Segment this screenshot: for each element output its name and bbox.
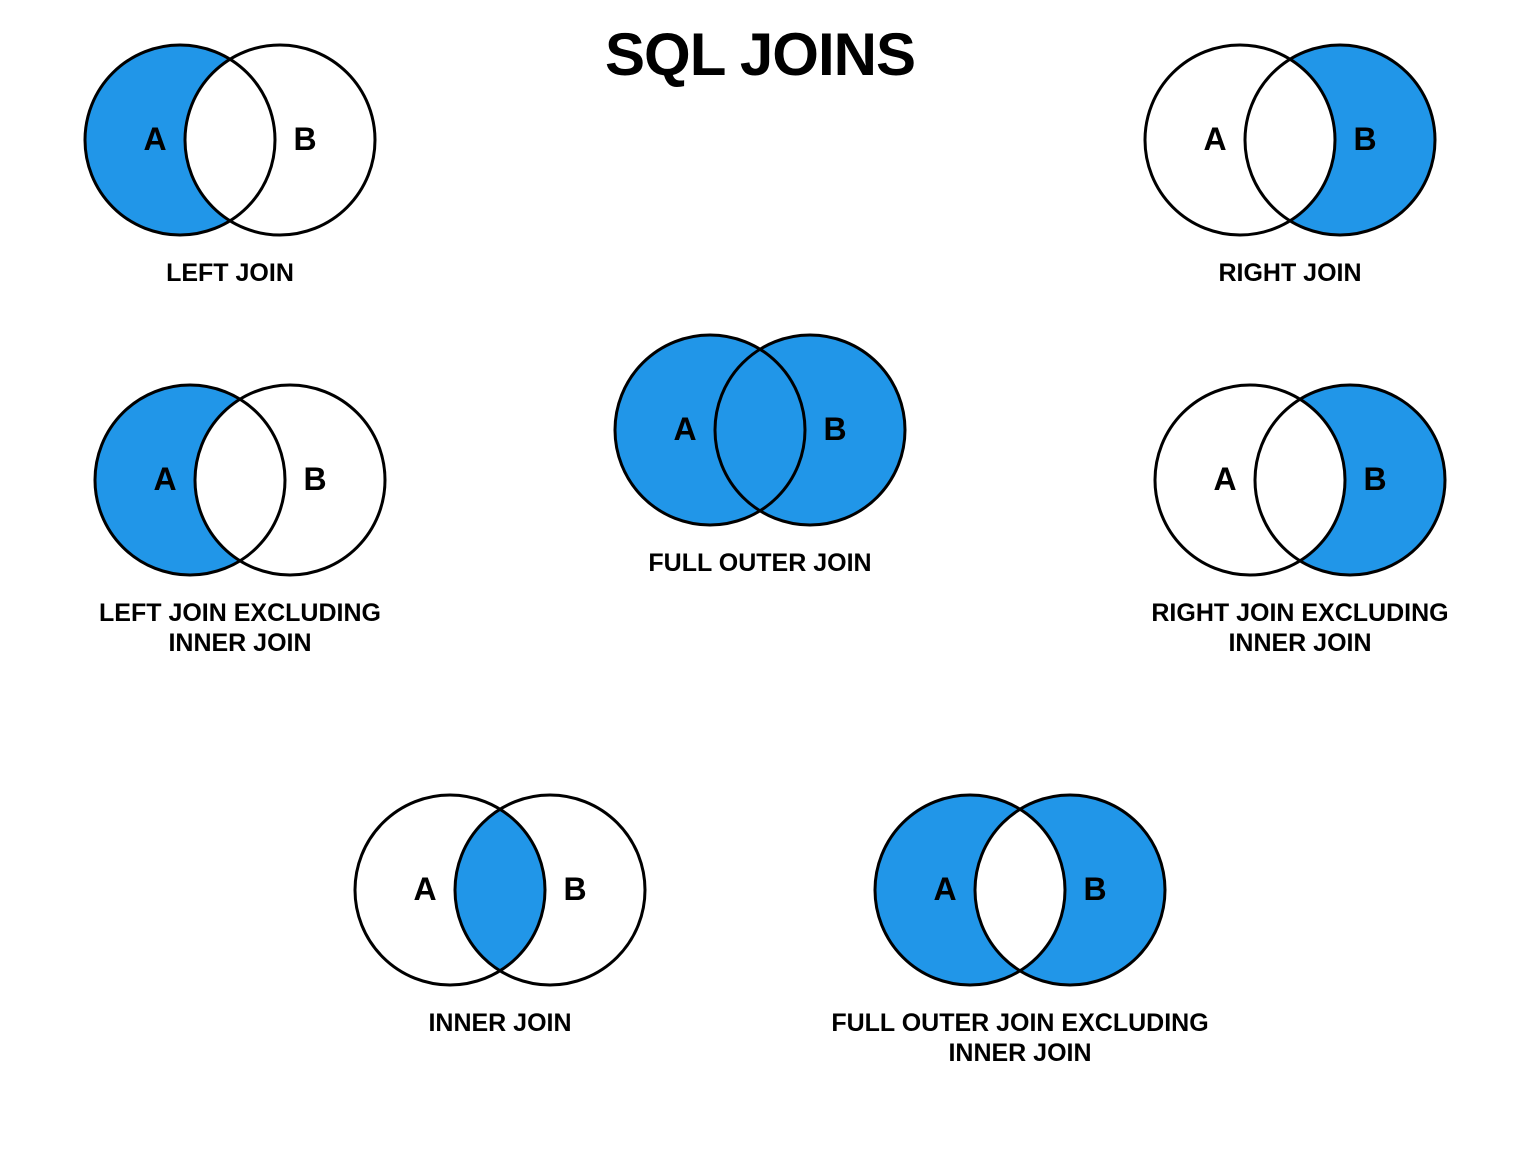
venn-left-join-svg: A B: [70, 40, 390, 240]
label-b: B: [1363, 461, 1386, 497]
venn-left-join: A B LEFT JOIN: [70, 40, 390, 288]
venn-right-excluding: A B RIGHT JOIN EXCLUDING INNER JOIN: [1130, 380, 1470, 658]
venn-right-join: A B RIGHT JOIN: [1130, 40, 1450, 288]
venn-left-excluding-svg: A B: [80, 380, 400, 580]
venn-right-join-svg: A B: [1130, 40, 1450, 240]
label-a: A: [1213, 461, 1236, 497]
label-b: B: [823, 411, 846, 447]
label-a: A: [673, 411, 696, 447]
venn-left-excluding-label: LEFT JOIN EXCLUDING INNER JOIN: [70, 598, 410, 658]
venn-left-join-label: LEFT JOIN: [166, 258, 294, 288]
label-b: B: [1083, 871, 1106, 907]
venn-inner-join-svg: A B: [340, 790, 660, 990]
venn-full-outer-join-label: FULL OUTER JOIN: [648, 548, 871, 578]
venn-full-outer-join-svg: A B: [600, 330, 920, 530]
label-a: A: [933, 871, 956, 907]
label-b: B: [1353, 121, 1376, 157]
label-b: B: [303, 461, 326, 497]
venn-left-excluding: A B LEFT JOIN EXCLUDING INNER JOIN: [70, 380, 410, 658]
venn-full-outer-excluding: A B FULL OUTER JOIN EXCLUDING INNER JOIN: [820, 790, 1220, 1068]
venn-full-outer-excluding-svg: A B: [860, 790, 1180, 990]
venn-right-join-label: RIGHT JOIN: [1218, 258, 1361, 288]
venn-right-excluding-label: RIGHT JOIN EXCLUDING INNER JOIN: [1130, 598, 1470, 658]
venn-inner-join: A B INNER JOIN: [340, 790, 660, 1038]
label-b: B: [563, 871, 586, 907]
label-a: A: [143, 121, 166, 157]
label-b: B: [293, 121, 316, 157]
page-title: SQL JOINS: [605, 20, 915, 89]
label-a: A: [153, 461, 176, 497]
venn-right-excluding-svg: A B: [1140, 380, 1460, 580]
venn-full-outer-excluding-label: FULL OUTER JOIN EXCLUDING INNER JOIN: [820, 1008, 1220, 1068]
venn-full-outer-join: A B FULL OUTER JOIN: [600, 330, 920, 578]
venn-inner-join-label: INNER JOIN: [428, 1008, 571, 1038]
label-a: A: [1203, 121, 1226, 157]
label-a: A: [413, 871, 436, 907]
